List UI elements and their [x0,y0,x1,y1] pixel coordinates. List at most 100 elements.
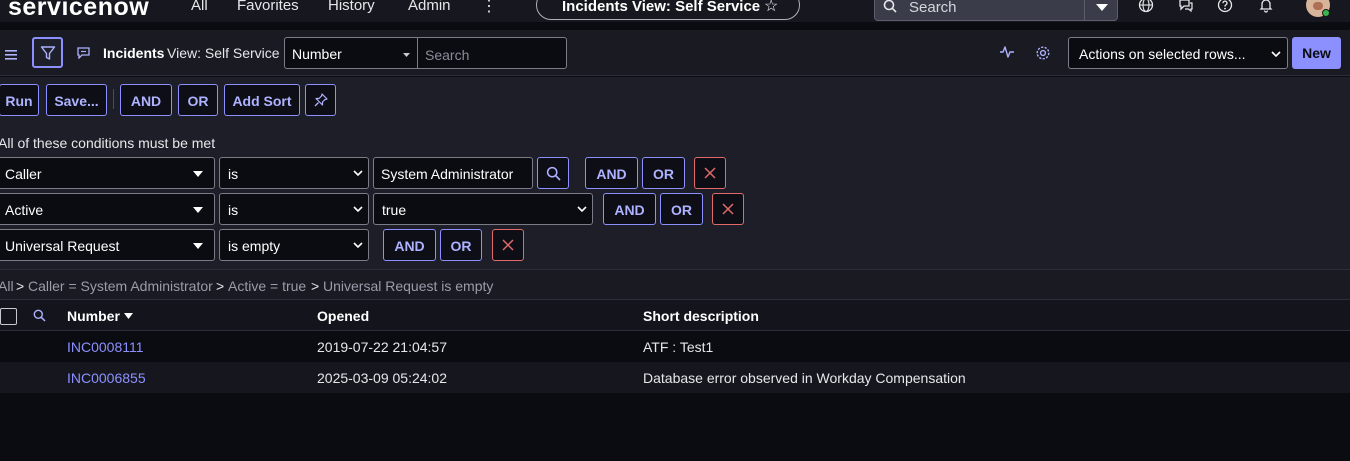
conditions-heading: All of these conditions must be met [0,135,216,151]
search-icon[interactable] [33,309,46,327]
global-search-input[interactable]: Search [874,0,1085,21]
condition-field-value: Universal Request [5,238,120,254]
globe-icon[interactable] [1138,0,1154,18]
activity-pulse-icon[interactable] [999,45,1015,64]
opened-cell: 2019-07-22 21:04:57 [317,339,447,355]
condition-and-button[interactable]: AND [603,193,656,225]
select-all-checkbox[interactable] [0,308,17,325]
condition-field-value: Caller [5,166,42,182]
list-title: Incidents [103,45,165,61]
table-row: INC0006855 2025-03-09 05:24:02 Database … [0,362,1350,393]
breadcrumb-universal-request[interactable]: Universal Request is empty [323,278,493,294]
chevron-down-icon [1271,51,1281,57]
add-and-condition-button[interactable]: AND [120,84,172,116]
sort-descending-icon[interactable] [124,313,133,319]
condition-field-value: Active [5,202,44,218]
close-icon [502,239,514,251]
global-search-placeholder: Search [909,0,957,16]
context-pill-label: Incidents View: Self Service [562,0,761,15]
condition-value-text: System Administrator [381,166,514,182]
filter-breadcrumb: All > Caller = System Administrator > Ac… [0,269,1350,299]
breadcrumb-separator: > [16,278,25,294]
breadcrumb-separator: > [311,278,320,294]
toggle-filter-button[interactable] [32,37,63,68]
condition-operator-value: is empty [228,238,281,254]
chevron-down-icon [1096,4,1108,11]
search-field-select[interactable]: Number [284,37,418,69]
actions-select-value: Actions on selected rows... [1079,46,1246,62]
breadcrumb-caller[interactable]: Caller = System Administrator [28,278,213,294]
condition-operator-value: is [228,202,239,218]
short-description-cell: ATF : Test1 [643,339,714,355]
condition-value-text: true [382,202,407,218]
context-pill[interactable]: Incidents View: Self Service ☆ [536,0,800,20]
delete-condition-button[interactable] [694,157,726,189]
hamburger-menu-icon[interactable] [5,47,17,65]
condition-operator-select[interactable]: is [219,157,369,189]
star-icon[interactable]: ☆ [764,0,778,16]
help-icon[interactable] [1217,0,1233,18]
caret-down-icon [193,171,203,177]
chevron-down-icon [353,206,363,212]
table-row: INC0008111 2019-07-22 21:04:57 ATF : Tes… [0,331,1350,362]
actions-on-selected-rows-select[interactable]: Actions on selected rows... [1068,37,1288,69]
short-description-cell: Database error observed in Workday Compe… [643,370,966,386]
caret-down-icon [403,53,410,57]
condition-or-button[interactable]: OR [660,193,703,225]
servicenow-logo[interactable]: servicenow [8,0,149,22]
condition-operator-select[interactable]: is [219,193,369,225]
list-search-placeholder: Search [425,47,470,63]
chevron-down-icon [353,242,363,248]
column-header-opened[interactable]: Opened [317,308,369,324]
table-header: Number Opened Short description [0,299,1350,331]
condition-operator-value: is [228,166,239,182]
chevron-down-icon [577,206,587,212]
column-header-number[interactable]: Number [67,308,120,324]
condition-field-select[interactable]: Active [0,193,215,225]
incident-number-link[interactable]: INC0008111 [67,339,144,355]
condition-or-button[interactable]: OR [642,157,685,189]
add-or-condition-button[interactable]: OR [178,84,218,116]
caret-down-icon [193,243,203,249]
condition-value-select[interactable]: true [373,193,593,225]
condition-and-button[interactable]: AND [585,157,638,189]
new-record-button[interactable]: New [1292,37,1341,69]
breadcrumb-separator: > [216,278,225,294]
gear-icon[interactable] [1035,45,1051,66]
search-field-select-value: Number [292,46,342,62]
filter-conditions: All of these conditions must be met Call… [0,123,1350,269]
incident-number-link[interactable]: INC0006855 [67,370,146,386]
bell-icon[interactable] [1258,0,1274,18]
context-menu-icon[interactable] [77,46,90,64]
pin-filter-button[interactable] [305,84,336,116]
run-filter-button[interactable]: Run [0,84,39,116]
delete-condition-button[interactable] [712,193,744,225]
filter-icon [40,46,56,60]
condition-value-input[interactable]: System Administrator [373,157,533,189]
pin-icon [314,93,328,107]
nav-all[interactable]: All [191,0,208,14]
condition-and-button[interactable]: AND [383,229,436,261]
global-search-scope-dropdown[interactable] [1084,0,1118,21]
condition-field-select[interactable]: Universal Request [0,229,215,261]
save-filter-button[interactable]: Save... [46,84,107,116]
nav-favorites[interactable]: Favorites [237,0,299,14]
close-icon [704,167,716,179]
breadcrumb-active[interactable]: Active = true [228,278,306,294]
nav-history[interactable]: History [328,0,375,14]
condition-field-select[interactable]: Caller [0,157,215,189]
condition-or-button[interactable]: OR [440,229,482,261]
more-vertical-icon[interactable]: ⋮ [481,0,497,16]
nav-admin[interactable]: Admin [408,0,451,14]
condition-operator-select[interactable]: is empty [219,229,369,261]
chat-icon[interactable] [1178,0,1194,18]
list-search-input[interactable]: Search [417,37,567,69]
column-header-short-description[interactable]: Short description [643,308,759,324]
add-sort-button[interactable]: Add Sort [224,84,300,116]
caret-down-icon [193,207,203,213]
close-icon [722,203,734,215]
search-icon [883,0,897,18]
reference-lookup-button[interactable] [537,157,569,189]
delete-condition-button[interactable] [492,229,524,261]
breadcrumb-all[interactable]: All [0,278,14,294]
